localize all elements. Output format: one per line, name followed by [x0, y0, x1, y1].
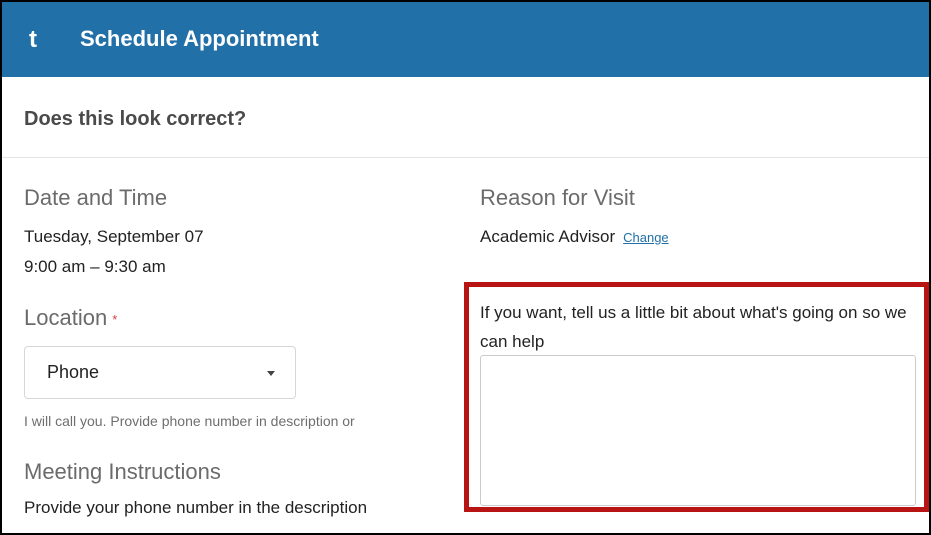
app-frame: t Schedule Appointment Does this look co…: [0, 0, 931, 535]
location-heading: Location *: [24, 305, 117, 331]
location-label: Location: [24, 305, 108, 330]
appointment-time: 9:00 am – 9:30 am: [24, 257, 166, 276]
meeting-instructions-heading: Meeting Instructions: [24, 459, 221, 484]
location-select[interactable]: Phone: [24, 346, 296, 399]
meeting-instructions-text: Provide your phone number in the descrip…: [24, 498, 368, 517]
change-reason-link[interactable]: Change: [623, 230, 669, 245]
description-prompt: If you want, tell us a little bit about …: [480, 303, 907, 351]
location-selected-value: Phone: [47, 362, 100, 382]
appointment-date: Tuesday, September 07: [24, 227, 204, 246]
page-title: Schedule Appointment: [80, 26, 319, 51]
chevron-down-icon: [267, 371, 275, 376]
header-bar: t Schedule Appointment: [2, 2, 929, 77]
back-arrow-icon[interactable]: t: [29, 25, 49, 55]
reason-value: Academic Advisor: [480, 227, 616, 246]
date-time-heading: Date and Time: [24, 185, 168, 210]
reason-heading: Reason for Visit: [480, 185, 635, 210]
confirm-bar: Does this look correct?: [2, 77, 929, 158]
required-asterisk: *: [112, 311, 118, 327]
location-note: I will call you. Provide phone number in…: [24, 413, 355, 429]
description-textarea[interactable]: [480, 355, 916, 506]
confirm-heading: Does this look correct?: [24, 108, 247, 130]
reason-row: Academic Advisor Change: [480, 227, 669, 247]
